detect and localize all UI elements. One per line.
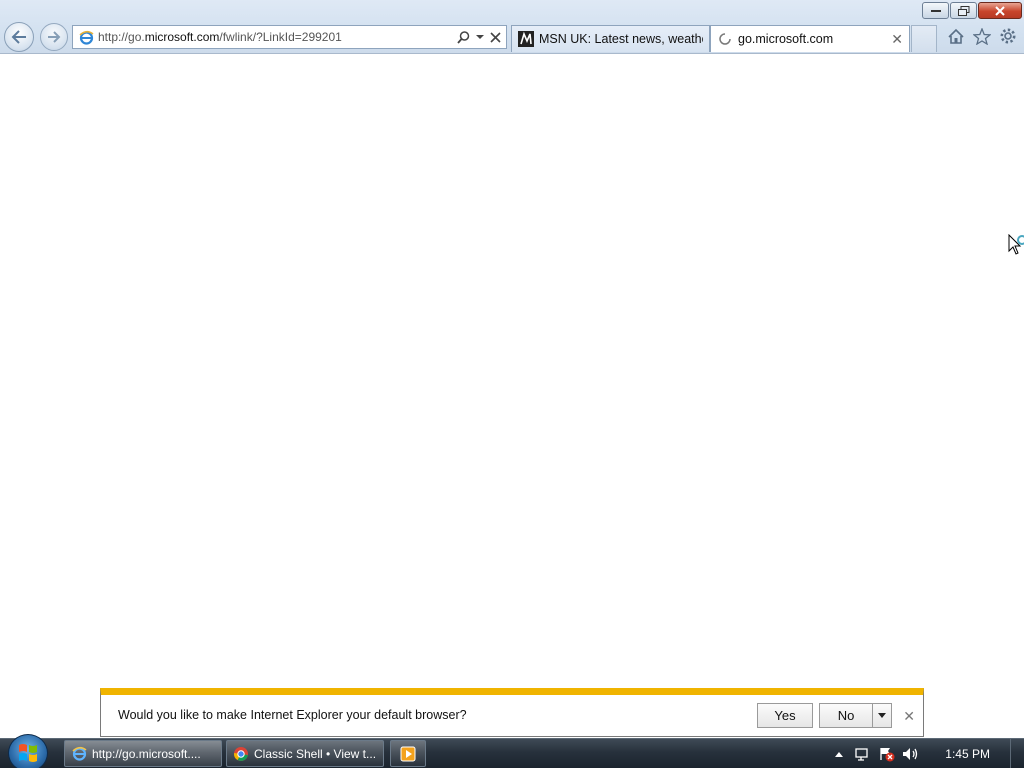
dropdown-arrow-icon[interactable] [476,34,484,40]
address-url[interactable]: http://go.microsoft.com/fwlink/?LinkId=2… [98,30,457,44]
windows-logo-icon [19,744,37,762]
notification-close-icon[interactable]: ✕ [903,708,915,725]
home-icon[interactable] [946,26,966,46]
new-tab-button[interactable] [911,25,937,52]
taskbar-item-label: Classic Shell • View t... [254,746,377,761]
close-icon [995,5,1005,16]
tab-msn[interactable]: MSN UK: Latest news, weather... [511,25,710,52]
stop-icon[interactable] [490,31,501,43]
browser-chrome: http://go.microsoft.com/fwlink/?LinkId=2… [0,0,1024,54]
system-tray: 1:45 PM [827,739,1024,768]
loading-icon [717,31,733,47]
action-center-flag-icon[interactable] [853,744,873,764]
taskbar-item-chrome[interactable]: Classic Shell • View t... [226,740,384,767]
chrome-icon [233,746,249,762]
taskbar-item-media-player[interactable] [390,740,426,767]
tab-close-icon[interactable]: ✕ [891,31,903,48]
msn-icon [518,31,534,47]
no-button[interactable]: No [819,703,873,728]
volume-icon[interactable] [901,744,921,764]
favorites-star-icon[interactable] [972,26,992,46]
restore-icon [957,5,969,16]
window-caption-buttons [921,2,1022,19]
address-tools [457,30,506,44]
taskbar: http://go.microsoft.... Classic Shell • … [0,734,1024,768]
media-player-icon [400,746,416,762]
command-icons [946,26,1018,46]
tab-go-microsoft[interactable]: go.microsoft.com ✕ [710,25,910,52]
restore-button[interactable] [950,2,977,19]
page-content [0,54,1024,738]
show-hidden-icons-icon[interactable] [829,744,849,764]
no-options-dropdown[interactable] [873,703,892,728]
back-arrow-icon [11,30,26,44]
yes-button[interactable]: Yes [757,703,813,728]
address-bar[interactable]: http://go.microsoft.com/fwlink/?LinkId=2… [72,25,507,49]
taskbar-item-label: http://go.microsoft.... [92,746,201,761]
tab-title: go.microsoft.com [738,32,834,46]
busy-cursor-icon [1008,234,1024,255]
chevron-down-icon [878,713,886,718]
system-clock[interactable]: 1:45 PM [945,747,990,761]
taskbar-item-internet-explorer[interactable]: http://go.microsoft.... [64,740,222,767]
minimize-button[interactable] [922,2,949,19]
forward-button[interactable] [40,23,68,51]
forward-arrow-icon [48,31,61,43]
notification-message: Would you like to make Internet Explorer… [118,708,467,722]
ie-page-icon [78,29,94,45]
back-button[interactable] [4,22,34,52]
minimize-icon [930,9,941,12]
start-button[interactable] [8,734,48,768]
close-window-button[interactable] [978,2,1022,19]
ie-icon [71,746,87,762]
network-warning-icon[interactable] [877,744,897,764]
tab-title: MSN UK: Latest news, weather... [539,32,703,46]
default-browser-notification: Would you like to make Internet Explorer… [100,688,924,737]
show-desktop-button[interactable] [1010,739,1024,768]
gear-icon[interactable] [998,26,1018,46]
search-icon[interactable] [457,30,470,44]
